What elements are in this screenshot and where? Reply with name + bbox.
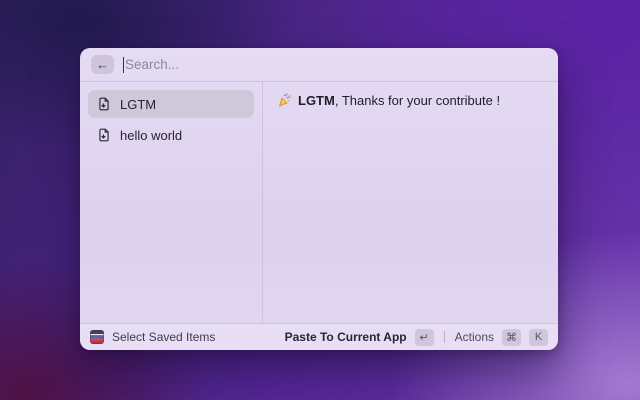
command-title: Select Saved Items <box>112 330 216 344</box>
actions-menu-button[interactable]: Actions <box>455 330 494 344</box>
back-button[interactable]: ← <box>91 55 114 74</box>
search-input[interactable]: Search... <box>123 56 547 73</box>
back-arrow-icon: ← <box>96 57 109 72</box>
action-bar: Select Saved Items Paste To Current App … <box>80 323 558 350</box>
cmd-key-badge: ⌘ <box>502 328 521 346</box>
search-header: ← Search... <box>80 48 558 82</box>
snippet-keyword: LGTM <box>298 93 335 108</box>
list-item-label: LGTM <box>120 96 157 112</box>
list-item-label: hello world <box>120 127 183 143</box>
snippet-text: , Thanks for your contribute ! <box>334 93 501 108</box>
k-key-badge: K <box>529 328 548 346</box>
primary-action-button[interactable]: Paste To Current App <box>285 330 407 344</box>
window-body: LGTM hello world LGTM, Thanks for your c… <box>80 82 558 323</box>
launcher-window: ← Search... LGTM hello world LGTM, Thank… <box>80 48 558 350</box>
file-down-icon <box>97 97 111 111</box>
detail-pane: LGTM, Thanks for your contribute ! <box>263 82 558 323</box>
footer-divider <box>443 331 445 343</box>
list-item-hello-world[interactable]: hello world <box>88 121 254 149</box>
file-down-icon <box>97 128 111 142</box>
snippet-preview: LGTM, Thanks for your contribute ! <box>277 93 500 108</box>
saved-items-list: LGTM hello world <box>80 82 263 323</box>
return-key-badge: ↵ <box>414 328 434 346</box>
extension-app-icon <box>90 330 104 344</box>
list-item-lgtm[interactable]: LGTM <box>88 90 254 118</box>
party-popper-icon <box>277 93 292 108</box>
search-placeholder: Search... <box>125 57 180 72</box>
text-caret <box>123 56 124 73</box>
